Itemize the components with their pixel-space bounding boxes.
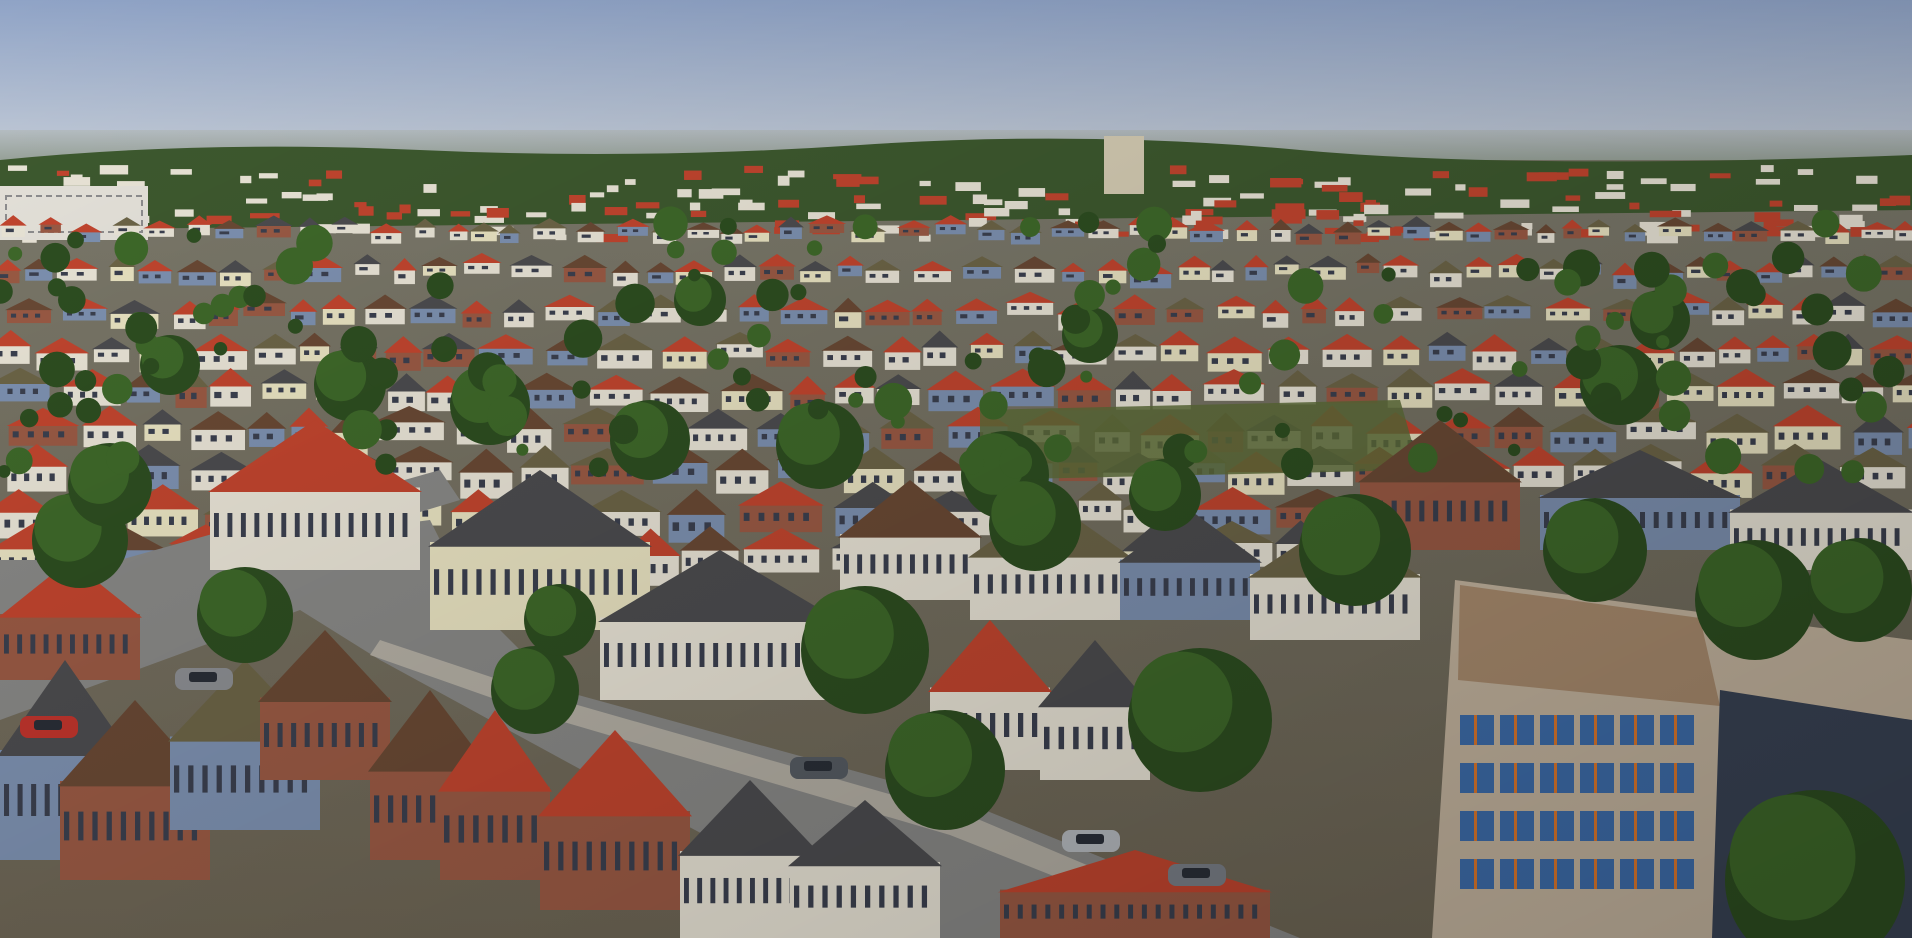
vignette <box>0 0 1912 938</box>
aerial-city-scene <box>0 0 1912 938</box>
